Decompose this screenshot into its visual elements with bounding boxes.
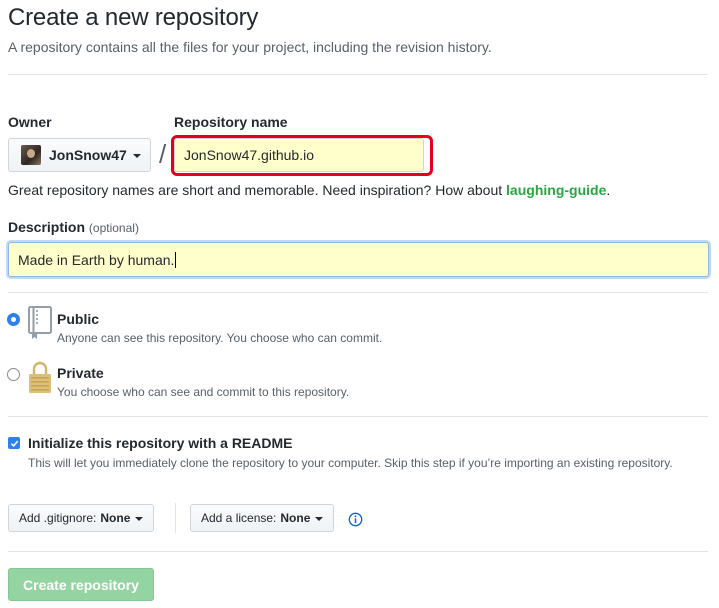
optional-tag: (optional) [88,221,139,235]
page-title: Create a new repository [8,4,259,31]
license-value: None [280,511,311,525]
repository-name-value: JonSnow47.github.io [184,147,314,163]
public-radio[interactable] [7,313,20,326]
description-label: Description (optional) [8,219,139,235]
gitignore-label: Add .gitignore: [19,511,97,525]
public-option-title: Public [57,311,100,327]
owner-name: JonSnow47 [49,147,127,163]
private-option-desc: You choose who can see and commit to thi… [57,385,350,399]
license-dropdown[interactable]: Add a license: None [190,504,335,532]
private-radio[interactable] [7,368,20,381]
readme-option-desc: This will let you immediately clone the … [28,456,673,470]
text-cursor [175,251,177,268]
readme-option-title: Initialize this repository with a README [28,435,293,451]
page-subtitle: A repository contains all the files for … [8,39,492,55]
chevron-down-icon [132,154,141,158]
hint-end: . [606,182,611,198]
divider [8,292,708,293]
description-label-text: Description [8,219,86,235]
readme-checkbox[interactable] [8,437,20,449]
info-icon[interactable] [348,512,363,527]
owner-select-button[interactable]: JonSnow47 [8,138,151,172]
lock-icon [29,361,51,393]
license-label: Add a license: [201,511,277,525]
user-avatar [21,145,41,165]
owner-repo-separator: / [159,139,167,169]
name-suggestion-link[interactable]: laughing-guide [506,182,606,198]
gitignore-value: None [100,511,131,525]
repo-book-icon [28,306,52,339]
description-value: Made in Earth by human. [18,251,175,268]
repository-name-label: Repository name [174,114,288,130]
private-option-title: Private [57,365,104,381]
chevron-down-icon [315,517,324,521]
vertical-divider [175,503,176,533]
hint-text: Great repository names are short and mem… [8,182,507,198]
repository-name-input[interactable]: JonSnow47.github.io [174,138,424,172]
public-option-desc: Anyone can see this repository. You choo… [57,331,383,345]
divider [8,74,708,75]
description-input[interactable]: Made in Earth by human. [8,242,709,277]
create-repository-button[interactable]: Create repository [8,568,154,601]
divider [8,551,708,552]
name-hint: Great repository names are short and mem… [8,182,610,198]
divider [8,416,708,417]
gitignore-dropdown[interactable]: Add .gitignore: None [8,504,155,532]
owner-label: Owner [8,114,52,130]
check-icon [10,440,18,447]
chevron-down-icon [135,517,144,521]
